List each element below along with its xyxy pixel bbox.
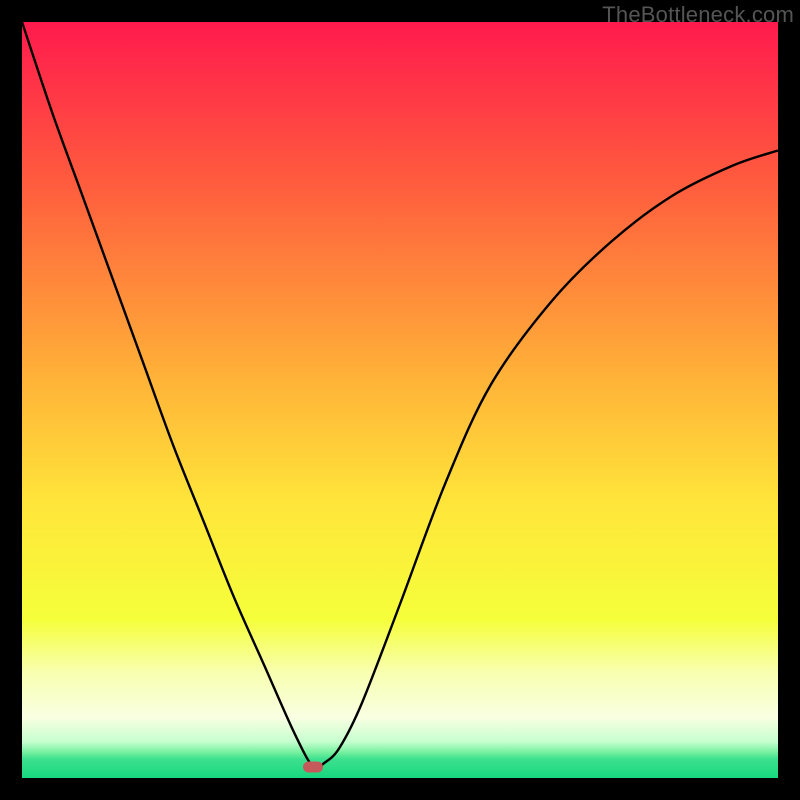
chart-curve xyxy=(22,22,778,778)
chart-frame xyxy=(22,22,778,778)
optimal-point-marker xyxy=(303,761,323,772)
